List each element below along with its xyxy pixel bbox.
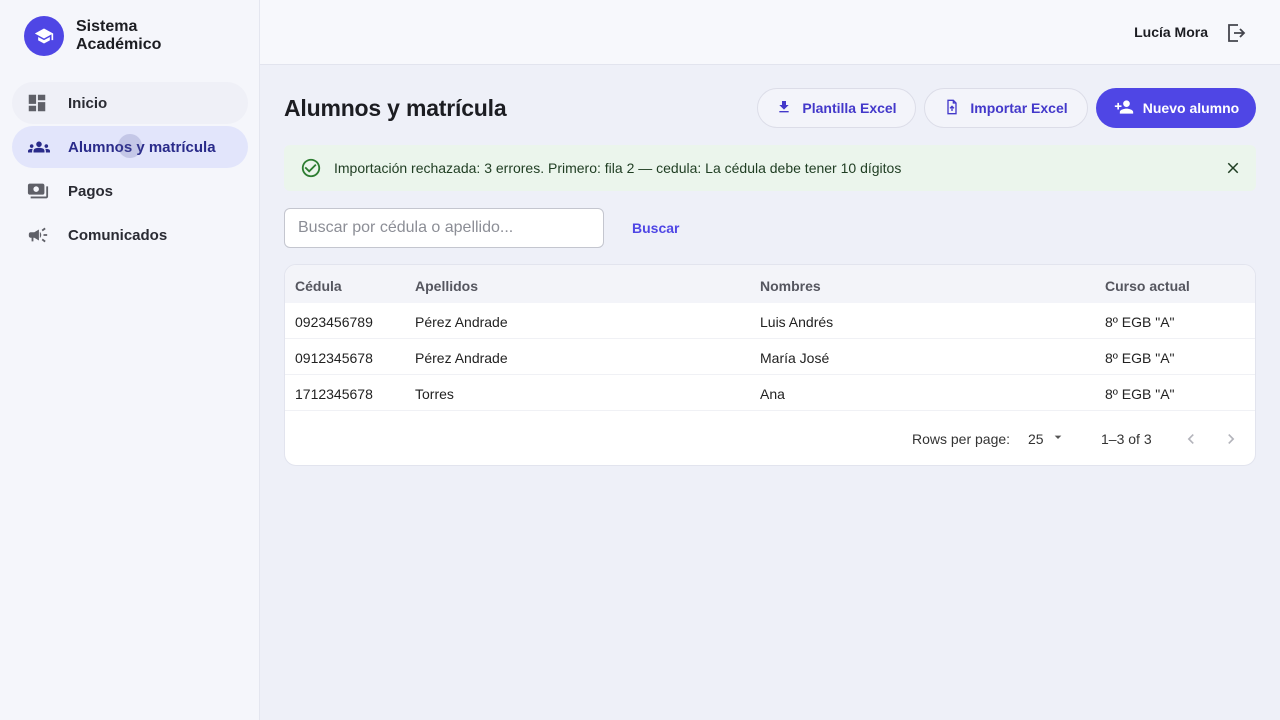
search-button[interactable]: Buscar <box>618 212 693 244</box>
cell-curso: 8º EGB "A" <box>1105 386 1175 402</box>
column-header-nombres[interactable]: Nombres <box>760 278 821 294</box>
cell-curso: 8º EGB "A" <box>1105 350 1175 366</box>
cell-nombres: Ana <box>760 386 785 402</box>
caret-down-icon <box>1044 429 1066 448</box>
column-header-cedula[interactable]: Cédula <box>295 278 342 294</box>
page-range: 1–3 of 3 <box>1101 431 1152 447</box>
download-template-button[interactable]: Plantilla Excel <box>757 88 916 128</box>
sidebar-item-label: Pagos <box>68 182 114 200</box>
dashboard-icon <box>26 92 58 114</box>
sidebar-item-inicio[interactable]: Inicio <box>12 82 248 124</box>
sidebar-item-alumnos[interactable]: Alumnos y matrícula <box>12 126 248 168</box>
pagination: Rows per page: 25 1–3 of 3 <box>285 427 1255 451</box>
cell-nombres: María José <box>760 350 830 366</box>
cell-cedula: 0923456789 <box>295 314 373 330</box>
column-header-apellidos[interactable]: Apellidos <box>415 278 478 294</box>
sidebar-item-comunicados[interactable]: Comunicados <box>12 214 248 256</box>
graduation-cap-icon <box>24 16 64 56</box>
sidebar-item-pagos[interactable]: Pagos <box>12 170 248 212</box>
alert-message: Importación rechazada: 3 errores. Primer… <box>334 160 902 176</box>
cell-nombres: Luis Andrés <box>760 314 834 330</box>
chevron-left-icon[interactable] <box>1181 429 1201 449</box>
import-excel-button[interactable]: Importar Excel <box>924 88 1088 128</box>
logout-icon[interactable] <box>1224 21 1248 45</box>
brand[interactable]: Sistema Académico <box>24 16 196 56</box>
new-student-label: Nuevo alumno <box>1142 100 1240 116</box>
new-student-button[interactable]: Nuevo alumno <box>1096 88 1256 128</box>
user-name: Lucía Mora <box>1134 24 1208 40</box>
upload-file-icon <box>944 98 970 119</box>
chevron-right-icon[interactable] <box>1221 429 1241 449</box>
cell-cedula: 0912345678 <box>295 350 373 366</box>
check-circle-icon <box>300 157 322 179</box>
students-table: Cédula Apellidos Nombres Curso actual 09… <box>284 264 1256 466</box>
close-icon[interactable] <box>1224 159 1242 177</box>
payments-icon <box>26 180 58 202</box>
rows-per-page-select[interactable]: 25 <box>1028 429 1066 448</box>
brand-name: Sistema Académico <box>76 18 162 53</box>
ripple-effect <box>118 134 142 158</box>
table-row[interactable]: 1712345678 Torres Ana 8º EGB "A" <box>285 375 1255 411</box>
sidebar-item-label: Inicio <box>68 94 108 112</box>
people-icon <box>26 136 58 158</box>
sidebar-nav: Inicio Alumnos y matrícula Pagos Comunic… <box>12 82 248 258</box>
cell-curso: 8º EGB "A" <box>1105 314 1175 330</box>
page-title: Alumnos y matrícula <box>284 95 507 121</box>
cell-apellidos: Pérez Andrade <box>415 350 508 366</box>
download-icon <box>776 98 802 119</box>
rows-per-page-value: 25 <box>1028 430 1044 447</box>
import-excel-label: Importar Excel <box>970 100 1068 116</box>
cell-apellidos: Pérez Andrade <box>415 314 508 330</box>
megaphone-icon <box>26 224 58 246</box>
search-input[interactable] <box>284 208 604 248</box>
table-row[interactable]: 0912345678 Pérez Andrade María José 8º E… <box>285 339 1255 375</box>
table-header: Cédula Apellidos Nombres Curso actual <box>285 265 1255 303</box>
person-add-icon <box>1113 97 1143 120</box>
table-row[interactable]: 0923456789 Pérez Andrade Luis Andrés 8º … <box>285 303 1255 339</box>
sidebar: Sistema Académico Inicio Alumnos y matrí… <box>0 0 260 720</box>
sidebar-item-label: Comunicados <box>68 226 168 244</box>
cell-apellidos: Torres <box>415 386 454 402</box>
cell-cedula: 1712345678 <box>295 386 373 402</box>
topbar: Lucía Mora <box>260 0 1280 65</box>
download-template-label: Plantilla Excel <box>802 100 897 116</box>
rows-per-page-label: Rows per page: <box>912 431 1011 447</box>
column-header-curso[interactable]: Curso actual <box>1105 278 1190 294</box>
import-alert: Importación rechazada: 3 errores. Primer… <box>284 145 1256 191</box>
